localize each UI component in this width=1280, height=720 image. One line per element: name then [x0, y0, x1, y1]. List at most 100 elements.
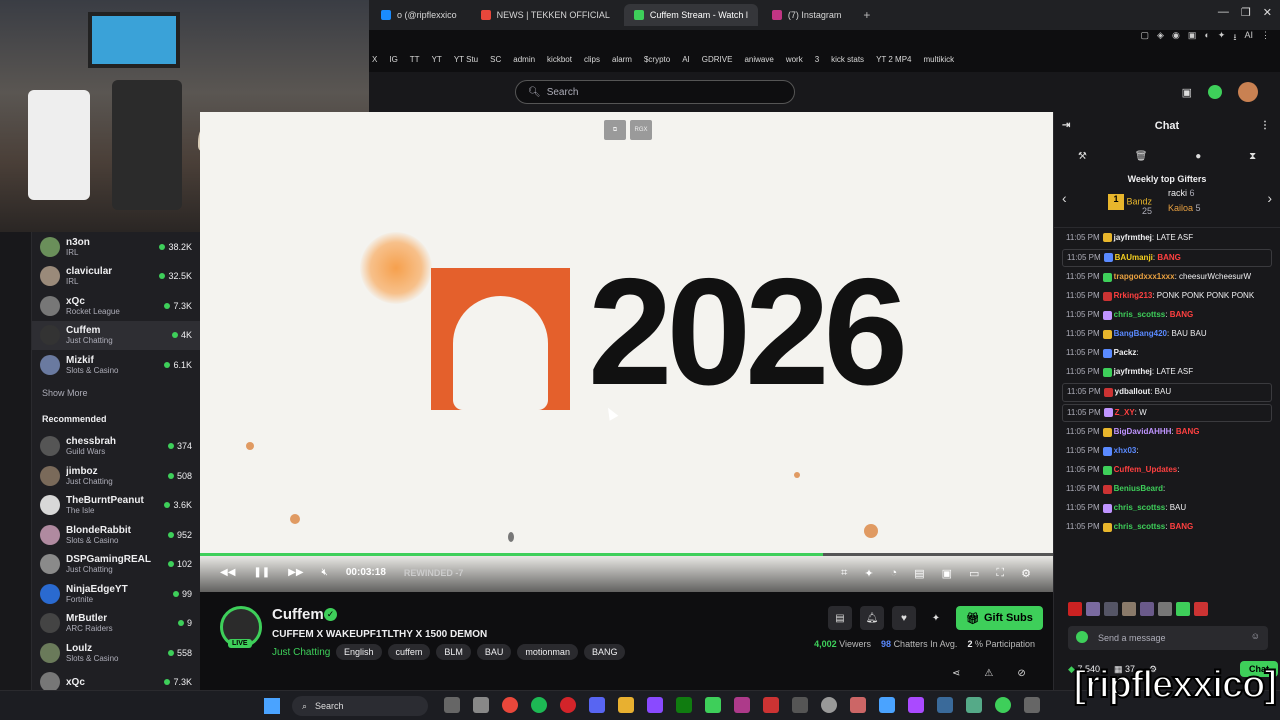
bookmark-item[interactable]: IG — [389, 55, 397, 64]
message-username[interactable]: chris_scottss — [1114, 503, 1166, 512]
folder-icon[interactable] — [618, 697, 634, 713]
emote-icon[interactable] — [1176, 602, 1190, 616]
streamer-name[interactable]: Cuffem — [272, 606, 324, 623]
bookmark-item[interactable]: work — [786, 55, 803, 64]
video-player[interactable]: ⧉ RGX 2026 — [200, 112, 1053, 592]
bookmark-item[interactable]: admin — [513, 55, 535, 64]
user-avatar[interactable] — [1238, 82, 1258, 102]
window-control-button[interactable]: ❐ — [1241, 6, 1251, 19]
ai-button[interactable]: AI — [1244, 30, 1253, 44]
hammer-icon[interactable]: ⚒ — [1078, 151, 1087, 162]
fullscreen-icon[interactable]: ⛶ — [996, 567, 1004, 580]
mute-icon[interactable]: 🔇︎ — [322, 567, 328, 578]
message-username[interactable]: BAUmanji — [1115, 253, 1153, 262]
window-control-button[interactable]: ✕ — [1263, 6, 1272, 19]
stream-tag[interactable]: BLM — [436, 644, 471, 660]
sidebar-channel[interactable]: TheBurntPeanut The Isle 3.6K — [32, 491, 200, 521]
message-username[interactable]: ydballout — [1115, 387, 1151, 396]
hourglass-icon[interactable]: ⧗ — [1249, 151, 1256, 162]
bookmark-item[interactable]: TT — [410, 55, 420, 64]
emote-icon[interactable] — [1086, 602, 1100, 616]
follow-heart-icon[interactable]: ♥ — [892, 606, 916, 630]
bookmark-item[interactable]: kickbot — [547, 55, 572, 64]
stream-tag[interactable]: cuffem — [387, 644, 431, 660]
search-input[interactable]: 🔍︎ Search — [515, 80, 795, 104]
emote-icon[interactable] — [1140, 602, 1154, 616]
taskbar-search[interactable]: ⌕ Search — [292, 696, 428, 716]
sidebar-channel[interactable]: Loulz Slots & Casino 558 — [32, 638, 200, 668]
share-icon[interactable]: ⋖ — [952, 668, 960, 679]
hide-icon[interactable]: ⊘ — [1017, 668, 1025, 679]
chatgpt-icon[interactable] — [821, 697, 837, 713]
forward-icon[interactable]: ▶▶ — [288, 567, 303, 578]
sidebar-channel[interactable]: NinjaEdgeYT Fortnite 99 — [32, 579, 200, 609]
emote-icon[interactable] — [1122, 602, 1136, 616]
app-icon[interactable] — [734, 697, 750, 713]
sidebar-channel[interactable]: jimboz Just Chatting 508 — [32, 461, 200, 491]
emote-icon[interactable] — [1194, 602, 1208, 616]
extension-icon[interactable]: ◐ — [1204, 30, 1209, 44]
bookmark-item[interactable]: GDRIVE — [702, 55, 733, 64]
app-icon[interactable] — [763, 697, 779, 713]
points-icon[interactable] — [1076, 631, 1088, 643]
stream-tag[interactable]: BAU — [476, 644, 512, 660]
bookmark-item[interactable]: clips — [584, 55, 600, 64]
clip-button[interactable]: ▤ — [828, 606, 852, 630]
bookmark-item[interactable]: 3 — [815, 55, 819, 64]
collapse-chat-icon[interactable]: ⇥ — [1062, 120, 1070, 131]
message-username[interactable]: chris_scottss — [1114, 310, 1166, 319]
browser-tab[interactable]: o (@ripflexxico — [371, 4, 467, 26]
windows-start-icon[interactable] — [264, 698, 280, 714]
sidebar-channel[interactable]: BlondeRabbit Slots & Casino 952 — [32, 520, 200, 550]
sidebar-channel[interactable]: xQc Rocket League 7.3K — [32, 291, 200, 321]
message-username[interactable]: xhx03 — [1114, 446, 1137, 455]
message-username[interactable]: Rrking213 — [1114, 291, 1153, 300]
browser-tab[interactable]: NEWS | TEKKEN OFFICIAL — [471, 4, 620, 26]
chat-input[interactable]: Send a message ☺ — [1068, 626, 1268, 650]
message-username[interactable]: Packz — [1114, 348, 1137, 357]
rewind-icon[interactable]: ◀◀ — [220, 567, 235, 578]
popout-icon[interactable]: ⧉ — [604, 120, 626, 140]
sparkle-icon[interactable]: ✦ — [864, 567, 873, 580]
app-icon[interactable] — [908, 697, 924, 713]
sidebar-channel[interactable]: MrButler ARC Raiders 9 — [32, 609, 200, 639]
app-icon[interactable] — [473, 697, 489, 713]
sidebar-channel[interactable]: chessbrah Guild Wars 374 — [32, 432, 200, 462]
settings-gear-icon[interactable]: ⚙ — [1021, 567, 1031, 580]
extension-icon[interactable]: ▢ — [1141, 30, 1150, 44]
message-username[interactable]: trapgodxxx1xxx — [1114, 272, 1175, 281]
message-username[interactable]: BeniusBeard — [1114, 484, 1163, 493]
sidebar-channel[interactable]: Mizkif Slots & Casino 6.1K — [32, 350, 200, 380]
new-tab-button[interactable]: + — [855, 8, 878, 22]
prime-icon[interactable]: ▣ — [1182, 86, 1192, 99]
xbox-icon[interactable] — [676, 697, 692, 713]
spotify-icon[interactable] — [531, 697, 547, 713]
sidebar-channel[interactable]: DSPGamingREAL Just Chatting 102 — [32, 550, 200, 580]
chevron-right-icon[interactable]: › — [1267, 190, 1272, 206]
notifications-icon[interactable] — [1208, 85, 1222, 99]
speed-icon[interactable]: ◔ — [891, 567, 898, 580]
extension-icon[interactable]: ◈ — [1157, 30, 1164, 44]
emote-icon[interactable] — [1104, 602, 1118, 616]
sparkle-icon[interactable]: ✦ — [924, 606, 948, 630]
stream-tag[interactable]: BANG — [583, 644, 626, 660]
app-icon[interactable] — [966, 697, 982, 713]
message-username[interactable]: Cuffem_Updates — [1114, 465, 1178, 474]
sidebar-channel[interactable]: Cuffem Just Chatting 4K — [32, 320, 200, 350]
emote-icon[interactable] — [1068, 602, 1082, 616]
stats-icon[interactable]: ▤ — [914, 567, 924, 580]
opera-icon[interactable] — [560, 697, 576, 713]
message-username[interactable]: BangBang420 — [1114, 329, 1167, 338]
app-icon[interactable] — [850, 697, 866, 713]
bookmark-item[interactable]: YT 2 MP4 — [876, 55, 911, 64]
menu-icon[interactable]: ⋮ — [1261, 30, 1270, 44]
message-username[interactable]: jayfrmthej — [1114, 233, 1152, 242]
stream-tag[interactable]: motionman — [517, 644, 578, 660]
discord-icon[interactable] — [589, 697, 605, 713]
sidebar-channel[interactable]: n3on IRL 38.2K — [32, 232, 200, 262]
app-icon[interactable] — [1024, 697, 1040, 713]
clip-icon[interactable]: ⌗ — [841, 567, 847, 580]
bookmark-item[interactable]: kick stats — [831, 55, 864, 64]
bookmark-item[interactable]: $crypto — [644, 55, 670, 64]
bookmark-item[interactable]: YT Stu — [454, 55, 478, 64]
